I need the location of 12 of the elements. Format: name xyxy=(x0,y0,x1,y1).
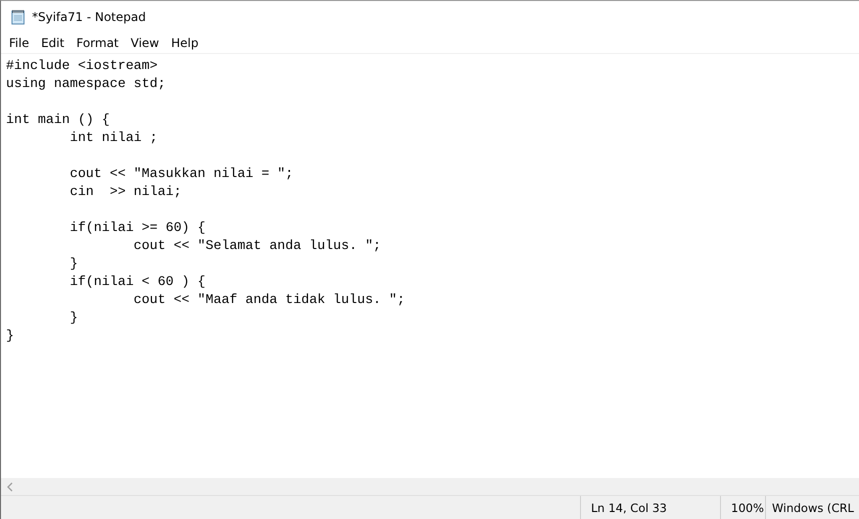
zoom-level: 100% xyxy=(720,496,765,519)
code-text[interactable]: #include <iostream> using namespace std; int main () { int nilai ; cout << "Masukkan nilai = "; cin >> nilai; if(nilai >= 60) { cout << "Selamat anda lulus. "; } if(nilai < 60 ) { cout << "Maaf anda tidak lulus. "; } } xyxy=(1,54,859,345)
menu-item[interactable]: View xyxy=(124,36,166,50)
menu-item[interactable]: Format xyxy=(70,36,125,50)
menu-item[interactable]: Edit xyxy=(35,36,70,50)
scroll-left-icon[interactable] xyxy=(6,482,14,492)
window-title: *Syifa71 - Notepad xyxy=(32,10,146,24)
menu-item[interactable]: File xyxy=(3,36,36,50)
menu-item[interactable]: Help xyxy=(165,36,204,50)
notepad-icon xyxy=(10,9,26,25)
line-ending: Windows (CRL xyxy=(765,496,859,519)
cursor-position: Ln 14, Col 33 xyxy=(580,496,720,519)
